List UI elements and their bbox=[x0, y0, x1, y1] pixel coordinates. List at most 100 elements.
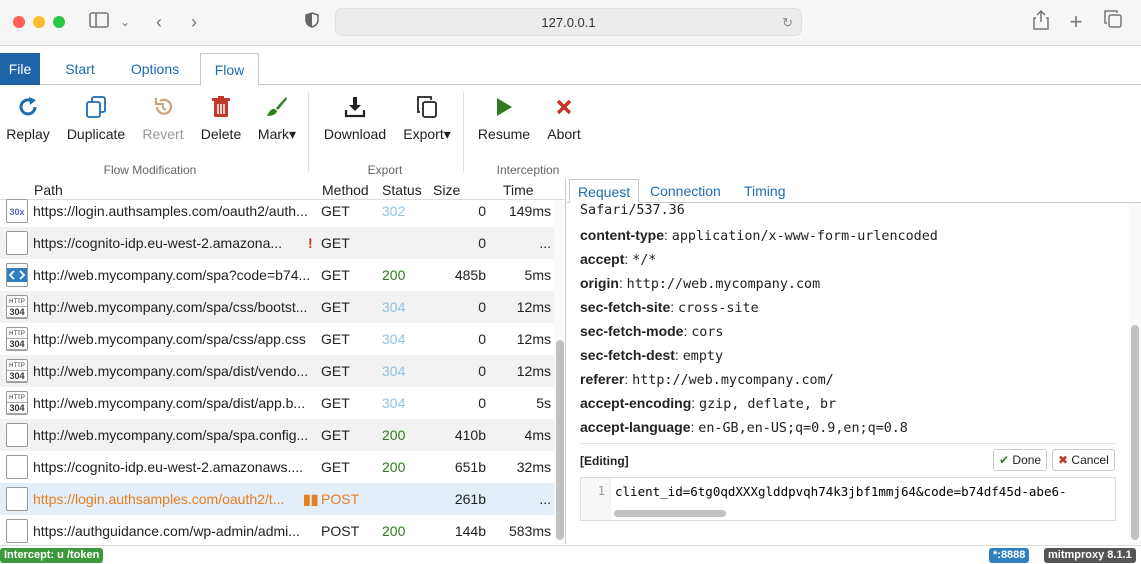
editor-scrollbar-thumb[interactable] bbox=[614, 510, 726, 517]
row-time: 149ms bbox=[508, 203, 551, 219]
row-size: 0 bbox=[478, 299, 486, 315]
request-header[interactable]: origin: http://web.mycompany.com bbox=[580, 275, 820, 292]
paintbrush-icon bbox=[254, 96, 300, 122]
row-time: 583ms bbox=[508, 523, 551, 539]
tab-timing[interactable]: Timing bbox=[744, 179, 786, 203]
tab-file[interactable]: File bbox=[0, 53, 40, 85]
new-tab-icon[interactable]: + bbox=[1066, 10, 1086, 34]
header-separator: : bbox=[664, 227, 672, 243]
duplicate-button[interactable]: Duplicate bbox=[64, 96, 128, 142]
header-value: gzip, deflate, br bbox=[699, 397, 837, 412]
mark-button[interactable]: Mark▾ bbox=[254, 96, 300, 143]
body-editor[interactable]: 1 client_id=6tg0qdXXXglddpvqh74k3jbf1mmj… bbox=[580, 477, 1116, 521]
line-number: 1 bbox=[581, 478, 611, 520]
copy-icon bbox=[400, 96, 454, 122]
minimize-window-button[interactable] bbox=[33, 16, 45, 28]
close-window-button[interactable] bbox=[13, 16, 25, 28]
maximize-window-button[interactable] bbox=[53, 16, 65, 28]
request-header[interactable]: accept-encoding: gzip, deflate, br bbox=[580, 395, 836, 412]
tab-connection[interactable]: Connection bbox=[650, 179, 721, 203]
scrollbar-thumb[interactable] bbox=[1131, 325, 1139, 540]
file-type-icon: HTTP 304 bbox=[6, 359, 28, 383]
sidebar-icon[interactable] bbox=[88, 10, 110, 34]
chevron-down-icon[interactable]: ⌄ bbox=[118, 10, 132, 34]
export-button[interactable]: Export▾ bbox=[400, 96, 454, 143]
request-header[interactable]: referer: http://web.mycompany.com/ bbox=[580, 371, 834, 388]
scrollbar-thumb[interactable] bbox=[556, 340, 564, 540]
row-size: 144b bbox=[454, 523, 486, 539]
row-time: 12ms bbox=[516, 299, 551, 315]
request-header[interactable]: sec-fetch-site: cross-site bbox=[580, 299, 759, 316]
address-bar[interactable]: 127.0.0.1 ↻ bbox=[335, 8, 802, 36]
table-row[interactable]: http://web.mycompany.com/spa/spa.config.… bbox=[0, 419, 554, 451]
table-row[interactable]: 30x https://login.authsamples.com/oauth2/… bbox=[0, 195, 554, 227]
row-time: 4ms bbox=[524, 427, 551, 443]
group-label-export: Export bbox=[367, 163, 403, 177]
table-row[interactable]: http://web.mycompany.com/spa?code=b74...… bbox=[0, 259, 554, 291]
play-icon bbox=[476, 96, 532, 122]
request-header[interactable]: accept: */* bbox=[580, 251, 656, 268]
intercept-badge[interactable]: Intercept: u /token bbox=[0, 548, 104, 563]
tab-flow[interactable]: Flow bbox=[200, 53, 259, 86]
file-type-icon bbox=[6, 519, 28, 543]
done-button[interactable]: ✔ Done bbox=[993, 449, 1048, 471]
body-text[interactable]: client_id=6tg0qdXXXglddpvqh74k3jbf1mmj64… bbox=[615, 484, 1115, 499]
header-separator: : bbox=[618, 275, 627, 291]
header-separator: : bbox=[624, 371, 633, 387]
flow-list: Path Method Status Size Time 30x https://… bbox=[0, 179, 566, 544]
revert-button[interactable]: Revert bbox=[140, 96, 186, 142]
shield-icon[interactable] bbox=[303, 10, 321, 34]
table-row[interactable]: https://authguidance.com/wp-admin/admi..… bbox=[0, 515, 554, 544]
table-row[interactable]: https://cognito-idp.eu-west-2.amazona...… bbox=[0, 227, 554, 259]
request-header[interactable]: sec-fetch-mode: cors bbox=[580, 323, 724, 340]
download-button[interactable]: Download bbox=[322, 96, 388, 142]
table-row[interactable]: https://login.authsamples.com/oauth2/t..… bbox=[0, 483, 554, 515]
share-icon[interactable] bbox=[1031, 9, 1051, 34]
header-name: accept-encoding bbox=[580, 395, 692, 411]
row-size: 0 bbox=[478, 363, 486, 379]
header-name: accept bbox=[580, 251, 625, 267]
ribbon-toolbar: Replay Duplicate Revert Delete Mark▾ Dow… bbox=[0, 86, 1141, 178]
tabs-overview-icon[interactable] bbox=[1103, 10, 1123, 34]
row-path: http://web.mycompany.com/spa/spa.config.… bbox=[33, 427, 309, 443]
resume-button[interactable]: Resume bbox=[476, 96, 532, 142]
tab-options[interactable]: Options bbox=[118, 53, 192, 85]
row-path: http://web.mycompany.com/spa/css/bootst.… bbox=[33, 299, 308, 315]
tab-start[interactable]: Start bbox=[52, 53, 108, 85]
tab-request[interactable]: Request bbox=[569, 179, 640, 203]
table-row[interactable]: HTTP 304 http://web.mycompany.com/spa/dist… bbox=[0, 355, 554, 387]
flow-detail-panel: Request Connection Timing Safari/537.36 … bbox=[567, 179, 1141, 544]
table-row[interactable]: HTTP 304 http://web.mycompany.com/spa/css/… bbox=[0, 323, 554, 355]
flow-list-scrollbar[interactable] bbox=[554, 200, 565, 544]
replay-button[interactable]: Replay bbox=[6, 96, 50, 142]
header-value: http://web.mycompany.com/ bbox=[632, 373, 834, 388]
file-type-icon: HTTP 304 bbox=[6, 327, 28, 351]
delete-button[interactable]: Delete bbox=[198, 96, 244, 142]
abort-button[interactable]: Abort bbox=[544, 96, 584, 142]
row-method: GET bbox=[321, 427, 350, 443]
table-row[interactable]: https://cognito-idp.eu-west-2.amazonaws.… bbox=[0, 451, 554, 483]
header-name: sec-fetch-mode bbox=[580, 323, 684, 339]
row-time: 12ms bbox=[516, 331, 551, 347]
row-time: 5s bbox=[536, 395, 551, 411]
browser-toolbar: ⌄ ‹ › 127.0.0.1 ↻ + bbox=[0, 0, 1141, 46]
row-path: http://web.mycompany.com/spa?code=b74... bbox=[33, 267, 311, 283]
request-header[interactable]: content-type: application/x-www-form-url… bbox=[580, 227, 938, 244]
row-time: ... bbox=[539, 491, 551, 507]
back-icon[interactable]: ‹ bbox=[150, 10, 168, 34]
request-header[interactable]: accept-language: en-GB,en-US;q=0.9,en;q=… bbox=[580, 419, 908, 436]
row-status: 200 bbox=[382, 267, 406, 283]
close-icon: ✖ bbox=[1058, 453, 1069, 467]
check-icon: ✔ bbox=[999, 453, 1010, 467]
table-row[interactable]: HTTP 304 http://web.mycompany.com/spa/css/… bbox=[0, 291, 554, 323]
request-header[interactable]: sec-fetch-dest: empty bbox=[580, 347, 723, 364]
detail-scrollbar[interactable] bbox=[1129, 203, 1141, 544]
table-row[interactable]: HTTP 304 http://web.mycompany.com/spa/dist… bbox=[0, 387, 554, 419]
header-separator: : bbox=[691, 395, 700, 411]
reload-icon[interactable]: ↻ bbox=[782, 9, 793, 36]
row-status: 304 bbox=[382, 395, 406, 411]
forward-icon[interactable]: › bbox=[185, 10, 203, 34]
row-path: https://cognito-idp.eu-west-2.amazona... bbox=[33, 235, 283, 251]
row-size: 0 bbox=[478, 235, 486, 251]
cancel-button[interactable]: ✖ Cancel bbox=[1052, 449, 1115, 471]
